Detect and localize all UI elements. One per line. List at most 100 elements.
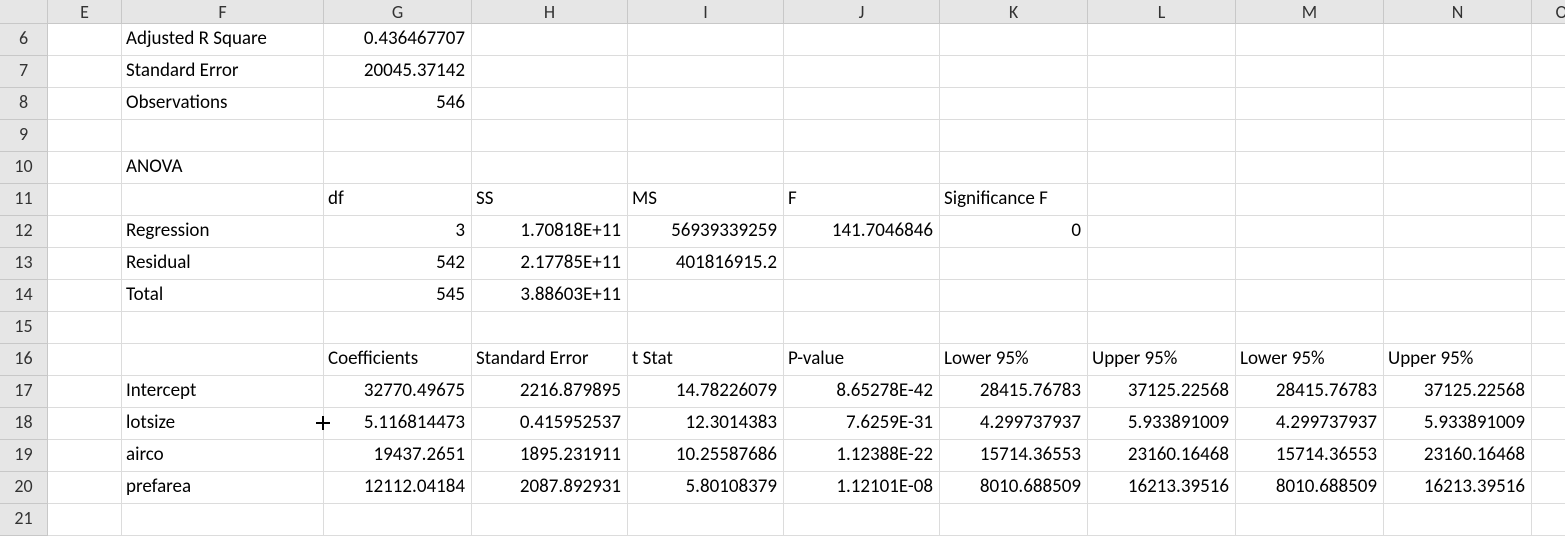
cell[interactable]	[324, 152, 472, 184]
cell[interactable]: 7.6259E-31	[784, 408, 940, 440]
column-header[interactable]: G	[324, 0, 472, 24]
cell[interactable]: Regression	[122, 216, 324, 248]
cell[interactable]	[1532, 248, 1565, 280]
cell[interactable]	[940, 312, 1088, 344]
cell[interactable]	[1088, 152, 1236, 184]
cell[interactable]: Standard Error	[122, 56, 324, 88]
cell[interactable]	[784, 24, 940, 56]
cell[interactable]	[122, 504, 324, 536]
cell[interactable]: 28415.76783	[1236, 376, 1384, 408]
cell[interactable]	[324, 504, 472, 536]
cell[interactable]: 1.70818E+11	[472, 216, 628, 248]
cell[interactable]	[784, 312, 940, 344]
cell[interactable]	[1236, 216, 1384, 248]
row-header[interactable]: 13	[0, 248, 48, 280]
cell[interactable]	[1088, 24, 1236, 56]
cell[interactable]	[1532, 376, 1565, 408]
cell[interactable]	[48, 88, 122, 120]
cell[interactable]	[1532, 312, 1565, 344]
cell[interactable]	[1532, 440, 1565, 472]
cell[interactable]	[940, 152, 1088, 184]
cell[interactable]	[1532, 120, 1565, 152]
cell[interactable]: 0.436467707	[324, 24, 472, 56]
cell[interactable]	[1236, 280, 1384, 312]
cell[interactable]	[1236, 184, 1384, 216]
cell[interactable]: 19437.2651	[324, 440, 472, 472]
cell[interactable]	[48, 376, 122, 408]
spreadsheet-grid[interactable]: EFGHIJKLMNO6Adjusted R Square0.436467707…	[0, 0, 1565, 536]
cell[interactable]: 546	[324, 88, 472, 120]
cell[interactable]: 4.299737937	[940, 408, 1088, 440]
cell[interactable]	[472, 120, 628, 152]
cell[interactable]	[1384, 504, 1532, 536]
cell[interactable]	[628, 120, 784, 152]
cell[interactable]	[784, 56, 940, 88]
cell[interactable]	[628, 280, 784, 312]
cell[interactable]	[1384, 24, 1532, 56]
row-header[interactable]: 16	[0, 344, 48, 376]
cell[interactable]	[940, 248, 1088, 280]
cell[interactable]	[48, 56, 122, 88]
cell[interactable]: P-value	[784, 344, 940, 376]
cell[interactable]	[1532, 88, 1565, 120]
cell[interactable]	[1384, 248, 1532, 280]
cell[interactable]	[940, 88, 1088, 120]
cell[interactable]	[1236, 248, 1384, 280]
cell[interactable]	[1532, 56, 1565, 88]
cell[interactable]	[1236, 24, 1384, 56]
cell[interactable]	[628, 312, 784, 344]
cell[interactable]: Residual	[122, 248, 324, 280]
column-header[interactable]: N	[1384, 0, 1532, 24]
row-header[interactable]: 17	[0, 376, 48, 408]
cell[interactable]: 56939339259	[628, 216, 784, 248]
cell[interactable]: 5.933891009	[1384, 408, 1532, 440]
cell[interactable]	[1088, 312, 1236, 344]
cell[interactable]	[48, 280, 122, 312]
cell[interactable]: 4.299737937	[1236, 408, 1384, 440]
cell[interactable]: 2216.879895	[472, 376, 628, 408]
cell[interactable]: df	[324, 184, 472, 216]
cell[interactable]: Coefficients	[324, 344, 472, 376]
cell[interactable]	[1532, 344, 1565, 376]
cell[interactable]	[48, 344, 122, 376]
row-header[interactable]: 21	[0, 504, 48, 536]
cell[interactable]	[48, 120, 122, 152]
cell[interactable]	[784, 248, 940, 280]
cell[interactable]: 5.116814473	[324, 408, 472, 440]
row-header[interactable]: 20	[0, 472, 48, 504]
cell[interactable]	[628, 56, 784, 88]
cell[interactable]	[1384, 184, 1532, 216]
cell[interactable]: Lower 95%	[1236, 344, 1384, 376]
cell[interactable]: MS	[628, 184, 784, 216]
cell[interactable]	[1532, 152, 1565, 184]
cell[interactable]: Observations	[122, 88, 324, 120]
row-header[interactable]: 11	[0, 184, 48, 216]
cell[interactable]	[1236, 504, 1384, 536]
row-header[interactable]: 9	[0, 120, 48, 152]
column-header[interactable]: I	[628, 0, 784, 24]
row-header[interactable]: 19	[0, 440, 48, 472]
cell[interactable]: 542	[324, 248, 472, 280]
cell[interactable]: lotsize	[122, 408, 324, 440]
corner-cell[interactable]	[0, 0, 48, 24]
cell[interactable]: 2087.892931	[472, 472, 628, 504]
cell[interactable]	[628, 24, 784, 56]
cell[interactable]: 16213.39516	[1088, 472, 1236, 504]
cell[interactable]	[1088, 184, 1236, 216]
cell[interactable]	[1532, 504, 1565, 536]
cell[interactable]	[784, 120, 940, 152]
cell[interactable]	[1088, 248, 1236, 280]
cell[interactable]	[48, 248, 122, 280]
cell[interactable]	[48, 440, 122, 472]
cell[interactable]: 23160.16468	[1088, 440, 1236, 472]
cell[interactable]: 5.933891009	[1088, 408, 1236, 440]
cell[interactable]	[48, 184, 122, 216]
cell[interactable]: 37125.22568	[1384, 376, 1532, 408]
cell[interactable]: Lower 95%	[940, 344, 1088, 376]
cell[interactable]	[1532, 24, 1565, 56]
column-header[interactable]: E	[48, 0, 122, 24]
cell[interactable]	[472, 88, 628, 120]
cell[interactable]	[940, 280, 1088, 312]
cell[interactable]	[784, 88, 940, 120]
cell[interactable]: 1.12388E-22	[784, 440, 940, 472]
